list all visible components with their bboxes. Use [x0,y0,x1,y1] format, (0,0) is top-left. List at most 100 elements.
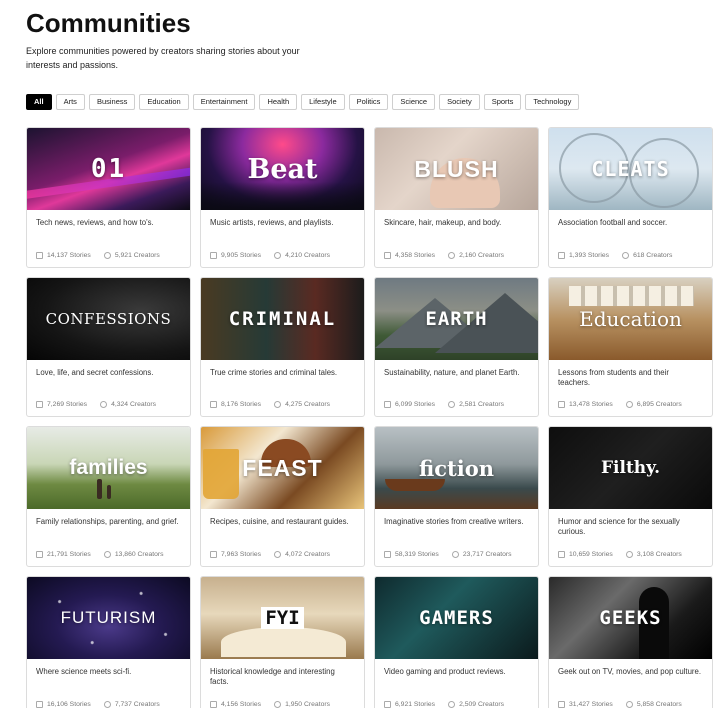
community-stats: 16,106 Stories 7,737 Creators [36,701,160,708]
stories-icon [210,252,217,259]
community-cover-image: fiction [375,427,538,509]
story-count: 1,393 Stories [569,252,610,259]
community-cover-image: GEEKS [549,577,712,659]
community-logo: CRIMINAL [228,308,337,330]
story-count: 6,921 Stories [395,701,436,708]
creator-count: 7,737 Creators [114,701,160,708]
filter-chip-business[interactable]: Business [88,94,136,110]
community-stats: 4,156 Stories 1,950 Creators [210,701,330,708]
community-stats: 6,099 Stories 2,581 Creators [384,401,504,408]
community-card-confessions[interactable]: CONFESSIONS Love, life, and secret confe… [26,277,191,417]
community-cover-image: CLEATS [549,128,712,210]
community-card-education[interactable]: Education Lessons from students and thei… [548,277,713,417]
community-logo: CONFESSIONS [45,310,172,328]
community-description: Humor and science for the sexually curio… [558,517,680,536]
creators-icon [103,551,111,558]
creator-count: 3,108 Creators [636,551,682,558]
stories-icon [36,252,43,259]
community-card-criminal[interactable]: CRIMINAL True crime stories and criminal… [200,277,365,417]
community-stats: 7,963 Stories 4,072 Creators [210,551,330,558]
filter-chip-all[interactable]: All [26,94,52,110]
community-cover-image: Beat [201,128,364,210]
filter-chip-arts[interactable]: Arts [55,94,85,110]
community-cover-image: EARTH [375,278,538,360]
community-description: Historical knowledge and interesting fac… [210,667,335,686]
community-cover-image: 01 [27,128,190,210]
community-description: Skincare, hair, makeup, and body. [384,218,502,227]
community-description: Association football and soccer. [558,218,668,227]
stories-icon [558,401,565,408]
community-stats: 4,358 Stories 2,160 Creators [384,252,504,259]
community-card-filthy[interactable]: Filthy. Humor and science for the sexual… [548,426,713,567]
creator-count: 618 Creators [633,252,673,259]
stories-icon [558,252,565,259]
community-cover-image: families [27,427,190,509]
community-description: Recipes, cuisine, and restaurant guides. [210,517,349,526]
stories-icon [384,252,391,259]
filter-chip-technology[interactable]: Technology [525,94,580,110]
community-cover-image: Education [549,278,712,360]
community-logo: Education [579,307,682,331]
community-logo: CLEATS [591,157,670,181]
creator-count: 2,160 Creators [459,252,505,259]
community-description: Love, life, and secret confessions. [36,368,154,377]
community-logo: families [69,456,148,479]
community-cover-image: BLUSH [375,128,538,210]
community-cover-image: CONFESSIONS [27,278,190,360]
creators-icon [625,551,633,558]
community-logo: Beat [247,153,318,185]
story-count: 4,358 Stories [395,252,436,259]
filter-chip-politics[interactable]: Politics [348,94,389,110]
community-stats: 31,427 Stories 5,858 Creators [558,701,682,708]
community-stats: 6,921 Stories 2,509 Creators [384,701,504,708]
filter-chip-education[interactable]: Education [139,94,189,110]
creator-count: 1,950 Creators [285,701,331,708]
person-silhouette [107,485,111,499]
filter-chip-science[interactable]: Science [392,94,436,110]
story-count: 4,156 Stories [221,701,262,708]
community-stats: 58,319 Stories 23,717 Creators [384,551,512,558]
filter-chip-entertainment[interactable]: Entertainment [192,94,256,110]
creators-icon [622,252,630,259]
community-card-01[interactable]: 01 Tech news, reviews, and how to's. 14,… [26,127,191,268]
community-card-beat[interactable]: Beat Music artists, reviews, and playlis… [200,127,365,268]
story-count: 8,176 Stories [221,401,262,408]
creators-icon [448,252,456,259]
community-card-geeks[interactable]: GEEKS Geek out on TV, movies, and pop cu… [548,576,713,708]
creator-count: 5,921 Creators [114,252,160,259]
community-card-earth[interactable]: EARTH Sustainability, nature, and planet… [374,277,539,417]
filter-chip-sports[interactable]: Sports [483,94,522,110]
story-count: 9,905 Stories [221,252,262,259]
crowd-silhouette [201,182,364,210]
creator-count: 2,509 Creators [459,701,505,708]
creator-count: 4,275 Creators [285,401,331,408]
community-cover-image: CRIMINAL [201,278,364,360]
community-card-feast[interactable]: FEAST Recipes, cuisine, and restaurant g… [200,426,365,567]
stories-icon [36,701,43,708]
story-count: 10,659 Stories [569,551,613,558]
creator-count: 23,717 Creators [462,551,512,558]
stories-icon [384,551,391,558]
community-card-families[interactable]: families Family relationships, parenting… [26,426,191,567]
creator-count: 5,858 Creators [636,701,682,708]
creators-icon [274,252,282,259]
stories-icon [558,701,565,708]
community-stats: 1,393 Stories 618 Creators [558,252,672,259]
community-card-blush[interactable]: BLUSH Skincare, hair, makeup, and body. … [374,127,539,268]
creators-icon [625,701,633,708]
filter-chip-society[interactable]: Society [439,94,480,110]
creator-count: 2,581 Creators [459,401,505,408]
community-card-fyi[interactable]: FYI Historical knowledge and interesting… [200,576,365,708]
community-card-gamers[interactable]: GAMERS Video gaming and product reviews.… [374,576,539,708]
community-card-fiction[interactable]: fiction Imaginative stories from creativ… [374,426,539,567]
creator-count: 13,860 Creators [114,551,164,558]
community-card-futurism[interactable]: FUTURISM Where science meets sci-fi. 16,… [26,576,191,708]
community-description: Geek out on TV, movies, and pop culture. [558,667,702,676]
creators-icon [103,701,111,708]
story-count: 13,478 Stories [569,401,613,408]
filter-chip-lifestyle[interactable]: Lifestyle [301,94,345,110]
community-description: Video gaming and product reviews. [384,667,506,676]
creators-icon [448,701,456,708]
community-card-cleats[interactable]: CLEATS Association football and soccer. … [548,127,713,268]
filter-chip-health[interactable]: Health [259,94,298,110]
